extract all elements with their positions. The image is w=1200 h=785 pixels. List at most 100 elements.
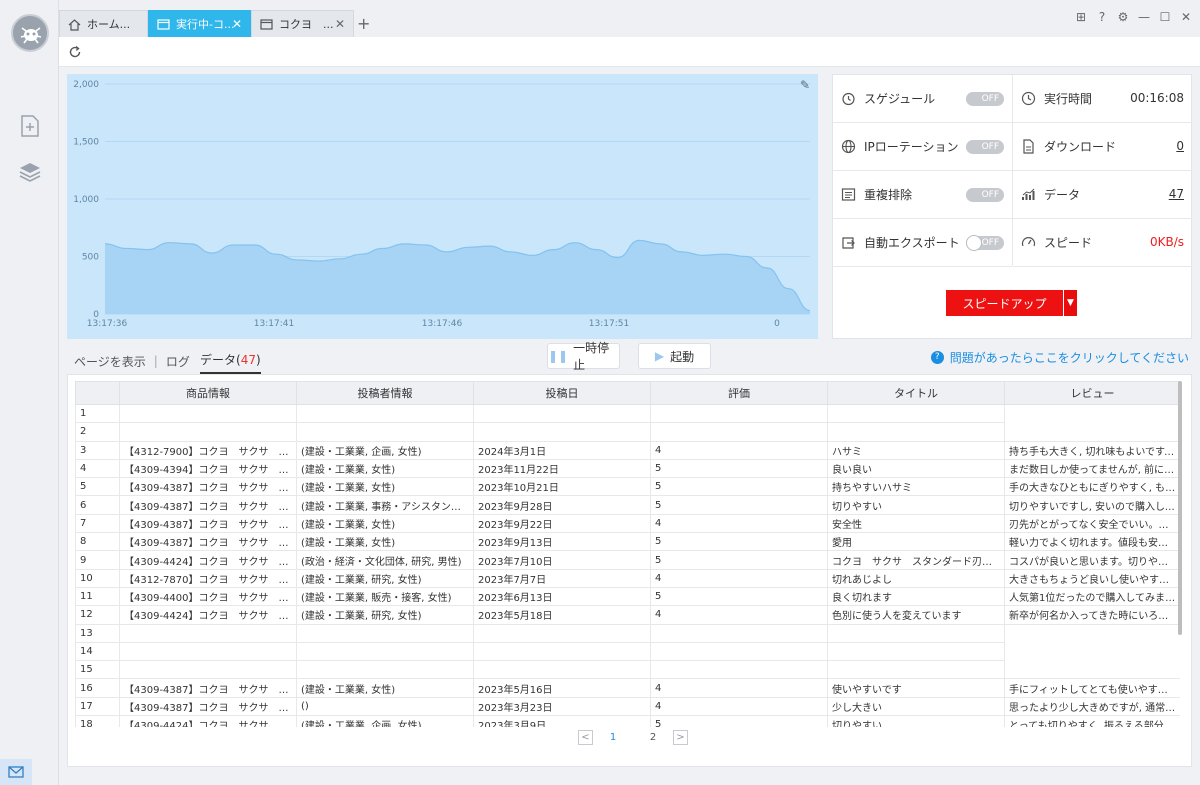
table-row[interactable]: 16【4309-4387】コクヨ サクサ スタン...(建設・工業業, 女性)2… [75,678,1180,698]
table-cell: 切りやすい [827,715,1005,727]
layers-icon[interactable] [18,160,42,184]
header-index [75,381,120,405]
table-row[interactable]: 1 [75,403,1181,424]
tab-label: 実行中-コ... [176,18,235,31]
tab-home[interactable]: ホーム... [59,10,148,37]
gift-icon[interactable]: ⊞ [1075,10,1087,24]
table-row[interactable]: 8【4309-4387】コクヨ サクサ スタン...(建設・工業業, 女性)20… [75,532,1180,552]
table-cell: 4 [650,513,828,534]
next-page-button[interactable]: > [673,730,688,745]
table-cell: 5 [650,586,828,607]
table-row[interactable]: 9【4309-4424】コクヨ サクサ スタン...(政治・経済・文化団体, 研… [75,550,1180,570]
mail-button[interactable] [0,759,32,785]
table-cell: 2023年3月23日 [473,696,651,717]
x-tick-label: 13:17:36 [87,319,128,329]
dedupe-toggle[interactable]: OFF [966,188,1004,202]
vertical-scrollbar[interactable] [1178,381,1182,635]
minimize-icon[interactable]: — [1138,10,1150,24]
settings-icon[interactable]: ⚙ [1117,10,1129,24]
address-bar [59,37,1200,67]
data-value[interactable]: 47 [1169,187,1184,201]
close-window-icon[interactable]: ✕ [1180,10,1192,24]
refresh-icon[interactable] [68,45,82,59]
table-cell: 軽い力でよく切れます。値段も安くて助... [1004,532,1180,552]
x-tick-label: 13:17:46 [422,319,463,329]
table-cell: 愛用 [827,532,1005,552]
auto-export-toggle[interactable]: OFF [966,235,1004,251]
table-cell: 5 [650,477,828,497]
header-1[interactable]: 商品情報 [119,381,297,405]
maximize-icon[interactable]: ☐ [1159,10,1171,24]
table-cell: とっても切りやすく, 振るえる部分が... [1004,715,1180,727]
row-index: 15 [75,660,120,680]
table-row[interactable]: 5【4309-4387】コクヨ サクサ スタン...(建設・工業業, 女性)20… [75,477,1180,497]
table-cell [827,623,1005,643]
prev-page-button[interactable]: < [578,730,593,745]
table-header-row: 商品情報 投稿者情報 投稿日 評価 タイトル レビュー [75,381,1180,405]
row-index: 12 [75,605,120,625]
tab-page-view[interactable]: ページを表示 [74,353,146,370]
table-row[interactable]: 12【4309-4424】コクヨ サクサ スタン...(建設・工業業, 研究, … [75,605,1180,625]
table-cell: (建設・工業業, 女性) [296,477,474,497]
chevron-down-icon[interactable]: ▼ [1063,290,1077,316]
header-4[interactable]: 評価 [650,381,828,405]
close-icon[interactable]: ✕ [232,17,242,31]
table-scroll-area[interactable]: 商品情報 投稿者情報 投稿日 評価 タイトル レビュー 1 2 3 【4312-7900】コクヨ… [75,381,1180,727]
help-link[interactable]: ? 問題があったらここをクリックしてください [930,349,1189,366]
table-row[interactable]: 17【4309-4387】コクヨ サクサ スタン...()2023年3月23日4… [75,696,1180,717]
close-icon[interactable]: ✕ [335,17,345,31]
new-tab-button[interactable]: + [357,14,370,33]
table-cell: (建設・工業業, 女性) [296,513,474,534]
question-icon: ? [930,351,944,364]
table-row[interactable]: 13 [75,623,1181,643]
table-cell [650,623,828,643]
table-row[interactable]: 11【4309-4400】コクヨ サクサ スタン...(建設・工業業, 販売・接… [75,586,1180,607]
ip-rotation-toggle[interactable]: OFF [966,140,1004,154]
tab-running[interactable]: 実行中-コ... ✕ [148,10,251,37]
tab-data[interactable]: データ(47) [200,351,261,374]
tab-label: ホーム... [87,18,131,31]
header-6[interactable]: レビュー [1004,381,1180,405]
table-cell [473,403,651,424]
table-row[interactable]: 10【4312-7870】コクヨ サクサ スタン...(建設・工業業, 研究, … [75,568,1180,588]
globe-icon [841,139,856,154]
new-task-icon[interactable] [18,114,42,138]
table-cell [650,641,828,662]
table-row[interactable]: 3【4312-7900】コクヨ サクサ スタン...(建設・工業業, 企画, 女… [75,440,1180,460]
window-controls: ⊞ ? ⚙ — ☐ ✕ [1075,10,1192,24]
pause-button[interactable]: ❚❚ 一時停止 [547,341,620,372]
table-row[interactable]: 4【4309-4394】コクヨ サクサ スタン...(建設・工業業, 女性)20… [75,458,1180,479]
tab-log[interactable]: ログ [166,353,190,370]
table-row[interactable]: 18【4309-4424】コクヨ サクサ スタン...(建設・工業業, 企画, … [75,715,1180,727]
table-row[interactable]: 2 [75,422,1181,442]
table-cell: 刃先がとがってなく安全でいい。切れ味... [1004,513,1180,534]
table-cell: 【4309-4424】コクヨ サクサ スタン... [119,550,297,570]
page-1[interactable]: 1 [593,732,633,743]
download-value[interactable]: 0 [1176,139,1184,153]
table-row[interactable]: 14 [75,641,1181,662]
tab-kokuyo[interactable]: コクヨ ... ✕ [251,10,354,37]
header-2[interactable]: 投稿者情報 [296,381,474,405]
home-icon [68,18,81,31]
table-row[interactable]: 7【4309-4387】コクヨ サクサ スタン...(建設・工業業, 女性)20… [75,513,1180,534]
table-cell: 【4309-4387】コクヨ サクサ スタン... [119,532,297,552]
page-2[interactable]: 2 [633,732,673,743]
schedule-cell: スゲジュール OFF [833,75,1012,123]
header-3[interactable]: 投稿日 [473,381,651,405]
table-cell [827,422,1005,442]
table-cell: 【4309-4387】コクヨ サクサ スタン... [119,513,297,534]
edit-icon[interactable]: ✎ [800,78,810,92]
speed-up-button[interactable]: スピードアップ [946,290,1077,316]
table-cell: 【4309-4387】コクヨ サクサ スタン... [119,678,297,698]
schedule-toggle[interactable]: OFF [966,92,1004,106]
mail-icon [8,766,24,778]
runtime-label: 実行時間 [1044,92,1093,106]
table-cell [473,623,651,643]
table-cell: 【4309-4387】コクヨ サクサ スタン... [119,696,297,717]
start-button[interactable]: ▶ 起動 [638,343,711,369]
table-row[interactable]: 15 [75,660,1181,680]
table-row[interactable]: 6【4309-4387】コクヨ サクサ スタン...(建設・工業業, 事務・アシ… [75,495,1180,515]
header-5[interactable]: タイトル [827,381,1005,405]
table-cell: (建設・工業業, 企画, 女性) [296,715,474,727]
help-icon[interactable]: ? [1096,10,1108,24]
